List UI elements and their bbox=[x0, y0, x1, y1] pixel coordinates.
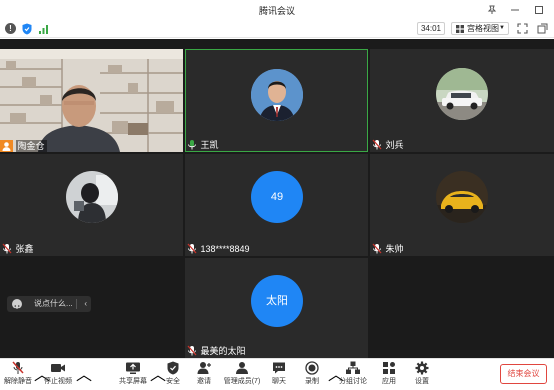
chat-placeholder: 说点什么... bbox=[34, 299, 73, 308]
mic-muted-icon bbox=[372, 243, 382, 254]
mic-muted-icon bbox=[372, 139, 382, 150]
participant-name: 张鑫 bbox=[15, 244, 34, 254]
settings-icon bbox=[415, 361, 429, 375]
chat-button[interactable]: 聊天 bbox=[269, 361, 289, 389]
participant-name: 刘兵 bbox=[385, 140, 404, 150]
meeting-toolbar: 解除静音 ︿ 停止视频 ︿ 共享屏幕 ︿ 安全 邀请 管理成员(7) 聊天 录制… bbox=[0, 358, 554, 390]
gallery-view-button[interactable]: 宫格视图 ▼ bbox=[451, 22, 509, 35]
participant-name: 陶金仓 bbox=[15, 140, 47, 152]
quick-chat-input[interactable]: 说点什么... ‹ bbox=[7, 296, 91, 312]
shield-icon bbox=[167, 361, 179, 375]
share-screen-button[interactable]: 共享屏幕 bbox=[118, 361, 148, 389]
view-label: 宫格视图 bbox=[467, 24, 499, 33]
pin-icon[interactable] bbox=[480, 1, 504, 19]
grid-view-icon bbox=[456, 25, 464, 33]
mic-on-icon bbox=[188, 140, 196, 150]
invite-button[interactable]: 邀请 bbox=[194, 361, 214, 389]
apps-icon bbox=[383, 362, 395, 374]
members-icon bbox=[236, 362, 248, 374]
maximize-icon[interactable] bbox=[527, 1, 551, 19]
toolbar-label: 安全 bbox=[166, 378, 180, 385]
toolbar-label: 聊天 bbox=[272, 378, 286, 385]
camera-video-feed bbox=[0, 49, 183, 152]
participant-name: 朱帅 bbox=[385, 244, 404, 254]
participant-name: 138****8849 bbox=[200, 244, 250, 254]
avatar bbox=[436, 68, 488, 120]
stop-video-button[interactable]: 停止视频 bbox=[42, 361, 74, 389]
participant-name: 王凯 bbox=[200, 140, 219, 150]
avatar-initials: 太阳 bbox=[251, 275, 303, 327]
participant-tile[interactable]: 陶金仓 bbox=[0, 49, 183, 152]
chevron-up-icon[interactable]: ︿ bbox=[76, 361, 92, 389]
host-badge-icon bbox=[0, 140, 13, 152]
window-title: 腾讯会议 bbox=[258, 6, 295, 16]
toolbar-label: 分组讨论 bbox=[339, 378, 367, 385]
invite-icon bbox=[197, 362, 211, 374]
participant-name-tag: 138****8849 bbox=[187, 243, 250, 255]
meeting-window: 腾讯会议 ! 34:01 宫格视图 ▼ 陶金仓 王凯 刘兵 张鑫 49 138*… bbox=[0, 0, 554, 390]
security-button[interactable]: 安全 bbox=[163, 361, 183, 389]
empty-tile bbox=[370, 258, 554, 358]
toolbar-label: 邀请 bbox=[197, 378, 211, 385]
fullscreen-icon[interactable] bbox=[517, 23, 528, 34]
toolbar-label: 应用 bbox=[382, 378, 396, 385]
toolbar-label: 录制 bbox=[305, 378, 319, 385]
chevron-down-icon: ▼ bbox=[499, 25, 505, 31]
participant-tile[interactable]: 张鑫 bbox=[0, 154, 183, 256]
title-bar: 腾讯会议 bbox=[0, 0, 554, 20]
participant-tile[interactable]: 49 138****8849 bbox=[185, 154, 368, 256]
pop-out-icon[interactable] bbox=[537, 23, 548, 34]
network-signal-icon[interactable] bbox=[38, 23, 50, 35]
chat-icon bbox=[273, 362, 285, 374]
video-icon bbox=[51, 364, 65, 372]
participant-name: 最美的太阳 bbox=[200, 346, 246, 356]
participant-tile[interactable]: 太阳 最美的太阳 bbox=[185, 258, 368, 358]
participant-name-tag: 朱帅 bbox=[372, 243, 404, 255]
toolbar-label: 管理成员(7) bbox=[223, 378, 261, 385]
participant-tile[interactable]: 刘兵 bbox=[370, 49, 554, 152]
toolbar-label: 停止视频 bbox=[44, 378, 72, 385]
share-screen-icon bbox=[126, 362, 140, 374]
end-meeting-button[interactable]: 结束会议 bbox=[500, 364, 547, 384]
participant-name-tag: 张鑫 bbox=[2, 243, 34, 255]
security-shield-icon[interactable] bbox=[22, 23, 32, 35]
apps-button[interactable]: 应用 bbox=[379, 361, 399, 389]
toolbar-label: 解除静音 bbox=[4, 378, 32, 385]
avatar bbox=[251, 69, 303, 121]
toolbar-label: 设置 bbox=[415, 378, 429, 385]
unmute-button[interactable]: 解除静音 bbox=[3, 361, 33, 389]
mic-muted-icon bbox=[187, 243, 197, 254]
meeting-info-bar: ! 34:01 宫格视图 ▼ bbox=[0, 20, 554, 38]
manage-members-button[interactable]: 管理成员(7) bbox=[222, 361, 262, 389]
settings-button[interactable]: 设置 bbox=[412, 361, 432, 389]
breakout-rooms-button[interactable]: 分组讨论 bbox=[338, 361, 368, 389]
participant-name-tag: 陶金仓 bbox=[0, 140, 47, 152]
participant-name-tag: 王凯 bbox=[187, 139, 219, 151]
record-button[interactable]: 录制 bbox=[302, 361, 322, 389]
minimize-icon[interactable] bbox=[503, 1, 527, 19]
avatar bbox=[66, 171, 118, 223]
avatar bbox=[436, 171, 488, 223]
toolbar-label: 共享屏幕 bbox=[119, 378, 147, 385]
avatar-initials: 49 bbox=[251, 171, 303, 223]
meeting-timer: 34:01 bbox=[417, 22, 445, 35]
divider bbox=[76, 299, 77, 309]
emoji-icon[interactable] bbox=[12, 299, 22, 310]
participant-name-tag: 最美的太阳 bbox=[187, 345, 246, 357]
chevron-left-icon[interactable]: ‹ bbox=[84, 298, 87, 310]
participant-name-tag: 刘兵 bbox=[372, 139, 404, 151]
participant-tile[interactable]: 朱帅 bbox=[370, 154, 554, 256]
mic-muted-icon bbox=[12, 361, 24, 374]
participant-tile[interactable]: 王凯 bbox=[185, 49, 368, 152]
mic-muted-icon bbox=[187, 345, 197, 356]
record-icon bbox=[305, 361, 319, 375]
mic-muted-icon bbox=[2, 243, 12, 254]
info-icon[interactable]: ! bbox=[5, 23, 16, 34]
breakout-icon bbox=[346, 361, 360, 374]
